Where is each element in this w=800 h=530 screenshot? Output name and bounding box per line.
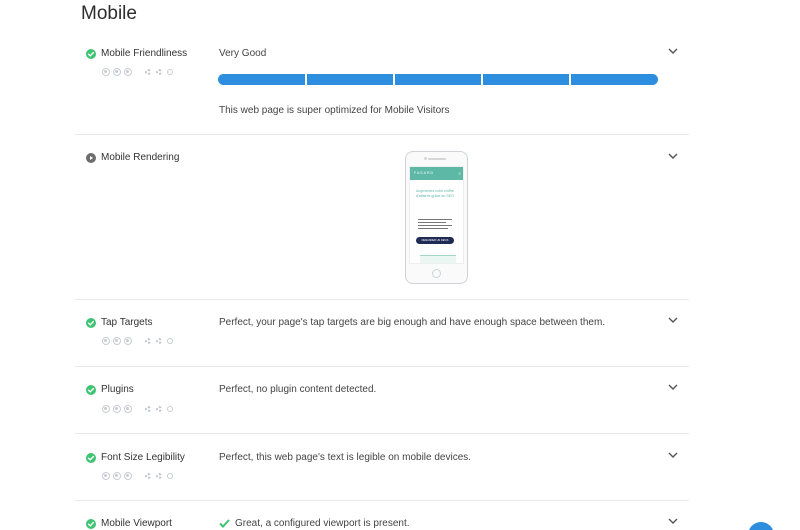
row-title: Font Size Legibility	[101, 452, 185, 463]
audit-row-font-size-legibility: Font Size Legibility Perfect, this web p…	[75, 434, 689, 501]
row-title: Mobile Rendering	[101, 152, 180, 163]
device-icons	[102, 67, 177, 77]
row-description: Perfect, your page's tap targets are big…	[219, 317, 606, 328]
preview-heading: Augmentez votre chiffre d'affaires grâce…	[416, 189, 454, 198]
row-description: Perfect, no plugin content detected.	[219, 384, 377, 395]
progress-segment	[218, 74, 305, 85]
preview-button: DEMANDER UN DEVIS	[416, 237, 454, 244]
gear-icon	[144, 68, 152, 76]
preview-image	[420, 255, 456, 263]
row-description: Great, a configured viewport is present.	[235, 518, 410, 529]
row-title: Mobile Viewport	[101, 518, 172, 529]
progress-segment	[395, 74, 481, 85]
audit-row-tap-targets: Tap Targets Perfect, your page's tap tar…	[75, 300, 689, 367]
audit-row-mobile-viewport: Mobile Viewport Great, a configured view…	[75, 501, 689, 530]
chevron-down-icon[interactable]	[667, 517, 679, 525]
check-circle-icon	[86, 453, 96, 463]
check-circle-icon	[86, 519, 96, 529]
audit-row-mobile-rendering: Mobile Rendering FASARD ≡ Augmentez votr…	[75, 135, 689, 300]
progress-segment	[307, 74, 393, 85]
progress-bar	[218, 74, 658, 85]
preview-header: FASARD ≡	[410, 167, 463, 180]
preview-screen: FASARD ≡ Augmentez votre chiffre d'affai…	[409, 166, 464, 264]
audit-row-plugins: Plugins Perfect, no plugin content detec…	[75, 367, 689, 434]
preview-brand: FASARD	[414, 171, 435, 175]
mobile-preview: FASARD ≡ Augmentez votre chiffre d'affai…	[405, 151, 468, 284]
chevron-down-icon[interactable]	[667, 47, 679, 55]
section-title: Mobile	[81, 3, 137, 24]
row-description: Perfect, this web page's text is legible…	[219, 452, 472, 463]
home-button-icon	[432, 269, 441, 278]
gear-icon	[166, 68, 174, 76]
check-circle-icon	[86, 318, 96, 328]
row-title: Mobile Friendliness	[101, 48, 188, 59]
progress-segment	[483, 74, 569, 85]
device-icons	[102, 336, 177, 346]
device-icons	[102, 404, 177, 414]
chevron-down-icon[interactable]	[667, 383, 679, 391]
check-icon	[219, 519, 230, 528]
row-title: Tap Targets	[101, 317, 153, 328]
gear-icon	[155, 68, 163, 76]
mobile-icon	[124, 68, 132, 76]
row-description: This web page is super optimized for Mob…	[219, 105, 450, 116]
check-circle-icon	[86, 385, 96, 395]
progress-segment	[571, 74, 658, 85]
device-icons	[102, 471, 177, 481]
chevron-down-icon[interactable]	[667, 451, 679, 459]
chevron-down-icon[interactable]	[667, 316, 679, 324]
menu-icon: ≡	[458, 171, 461, 176]
play-circle-icon	[86, 153, 96, 163]
tablet-icon	[113, 68, 121, 76]
check-circle-icon	[86, 49, 96, 59]
chevron-down-icon[interactable]	[667, 152, 679, 160]
rating-label: Very Good	[219, 48, 267, 59]
desktop-icon	[102, 68, 110, 76]
chat-button[interactable]	[748, 522, 774, 530]
audit-row-mobile-friendliness: Mobile Friendliness Very Good This web p…	[75, 37, 689, 135]
row-title: Plugins	[101, 384, 134, 395]
